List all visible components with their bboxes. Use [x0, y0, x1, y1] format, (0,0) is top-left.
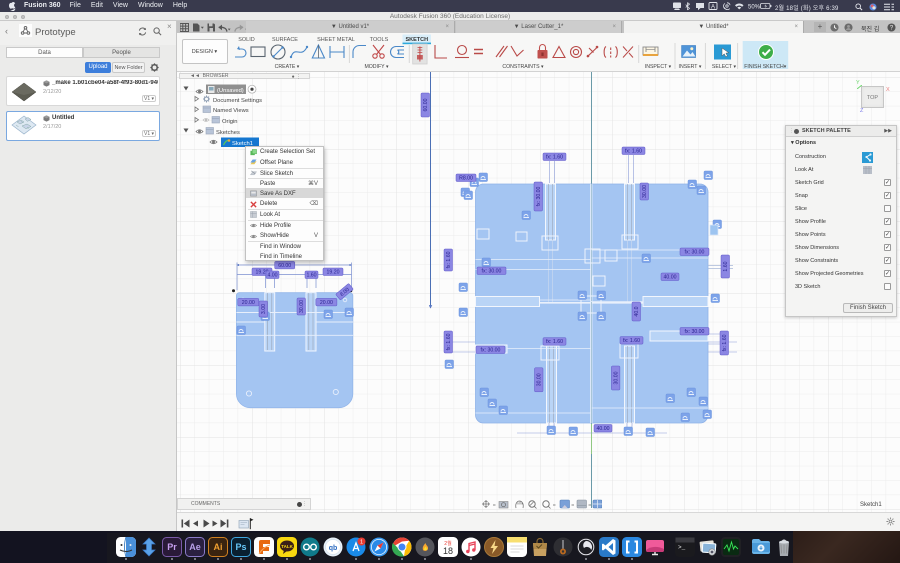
svg-text:1: 1 [360, 540, 363, 546]
svg-text:fx: 30.00: fx: 30.00 [482, 269, 502, 275]
svg-text:50%: 50% [748, 4, 761, 10]
svg-text:SELECT ▾: SELECT ▾ [712, 64, 737, 70]
svg-text:>_: >_ [678, 544, 686, 551]
svg-text:30.00: 30.00 [299, 300, 305, 313]
svg-text:40.0: 40.0 [634, 306, 640, 316]
svg-text:18: 18 [443, 546, 453, 556]
svg-text:20.00: 20.00 [242, 300, 255, 306]
svg-text:fx: 30.00: fx: 30.00 [481, 348, 501, 354]
svg-text:fx: 1.60: fx: 1.60 [625, 149, 642, 155]
svg-text:Named Views: Named Views [213, 108, 249, 114]
svg-text:CONSTRAINTS ▾: CONSTRAINTS ▾ [502, 64, 544, 70]
svg-text:20.00: 20.00 [320, 300, 333, 306]
svg-text:fx: 1.60: fx: 1.60 [546, 155, 563, 161]
svg-text:(Unsaved): (Unsaved) [217, 88, 244, 94]
svg-text:?: ? [890, 24, 894, 31]
svg-text:1.60: 1.60 [723, 261, 729, 271]
svg-text:40.00: 40.00 [597, 426, 610, 432]
svg-text:A: A [711, 4, 715, 10]
svg-text:Sketches: Sketches [216, 130, 240, 136]
svg-text:fx: 30.00: fx: 30.00 [685, 250, 705, 256]
svg-text:fx: 1.60: fx: 1.60 [446, 333, 452, 350]
svg-text:fx: 30.00: fx: 30.00 [685, 329, 705, 335]
svg-text:30.00: 30.00 [537, 373, 543, 386]
svg-text:30.00: 30.00 [614, 371, 620, 384]
svg-text:19.20: 19.20 [327, 270, 340, 276]
svg-text:1.60: 1.60 [306, 273, 316, 279]
svg-text:Document Settings: Document Settings [213, 98, 262, 104]
svg-text:60.00: 60.00 [423, 98, 429, 111]
svg-text:INSPECT ▾: INSPECT ▾ [645, 64, 672, 70]
svg-text:fx: 30.00: fx: 30.00 [536, 186, 542, 206]
svg-text:fx: 1.60: fx: 1.60 [722, 334, 728, 351]
svg-text:Origin: Origin [222, 119, 237, 125]
svg-text:TOOLS: TOOLS [370, 37, 389, 43]
svg-text:SHEET METAL: SHEET METAL [317, 37, 355, 43]
svg-text:SURFACE: SURFACE [272, 37, 298, 43]
svg-text:FINISH SKETCH▾: FINISH SKETCH▾ [744, 64, 786, 70]
svg-text:fx: 1.60: fx: 1.60 [623, 338, 640, 344]
svg-text:60.00: 60.00 [278, 263, 291, 269]
svg-text:R8.00: R8.00 [459, 176, 473, 182]
svg-text:3.00: 3.00 [261, 304, 267, 314]
svg-text:SOLID: SOLID [238, 37, 255, 43]
svg-text:qb: qb [329, 545, 338, 552]
svg-text:SKETCH: SKETCH [405, 37, 428, 43]
svg-text:INSERT ▾: INSERT ▾ [679, 64, 702, 70]
svg-text:TALK: TALK [281, 544, 293, 549]
svg-text:4.00: 4.00 [267, 273, 277, 279]
svg-text:MODIFY ▾: MODIFY ▾ [364, 64, 389, 70]
svg-text:fx: 1.60: fx: 1.60 [446, 251, 452, 268]
svg-text:40.00: 40.00 [664, 275, 677, 281]
svg-text:30.00: 30.00 [642, 185, 648, 198]
svg-text:fx: 1.60: fx: 1.60 [546, 339, 563, 345]
svg-text:CREATE ▾: CREATE ▾ [275, 64, 300, 70]
